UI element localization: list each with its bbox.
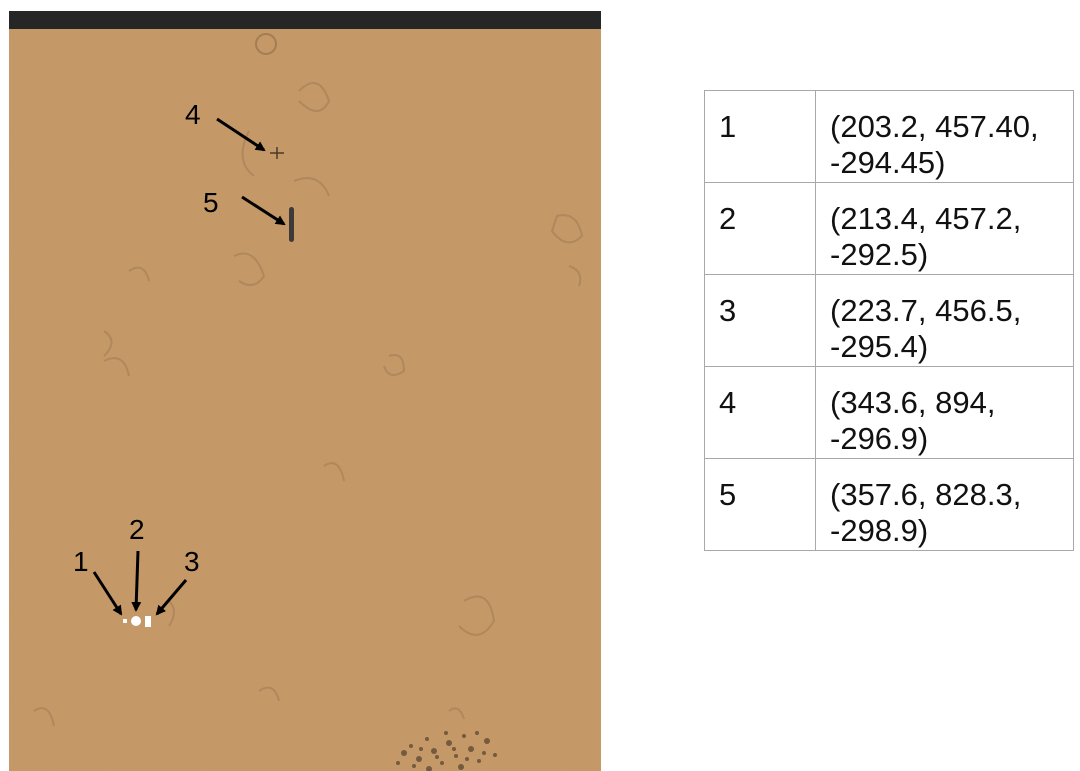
arrow-2 xyxy=(131,550,142,612)
marker-2 xyxy=(131,616,141,626)
coordinates-table: 1 (203.2, 457.40, -294.45) 2 (213.4, 457… xyxy=(704,90,1074,551)
table-row: 1 (203.2, 457.40, -294.45) xyxy=(704,90,1074,183)
row-coordinates: (203.2, 457.40, -294.45) xyxy=(815,90,1074,183)
row-index: 1 xyxy=(704,90,816,183)
coord-line: -296.9) xyxy=(830,421,929,456)
row-coordinates: (343.6, 894, -296.9) xyxy=(815,366,1074,459)
feature-5-particle xyxy=(289,207,294,242)
label-2: 2 xyxy=(129,514,145,545)
row-coordinates: (213.4, 457.2, -292.5) xyxy=(815,182,1074,275)
coord-line: -292.5) xyxy=(830,237,929,272)
coord-line: (343.6, 894, xyxy=(830,385,996,420)
coord-line: -294.45) xyxy=(830,145,946,180)
table-row: 2 (213.4, 457.2, -292.5) xyxy=(704,182,1074,275)
coord-line: -295.4) xyxy=(830,329,929,364)
row-index: 5 xyxy=(704,458,816,551)
label-3: 3 xyxy=(184,546,200,577)
coord-line: (357.6, 828.3, xyxy=(830,477,1022,512)
table-row: 5 (357.6, 828.3, -298.9) xyxy=(704,458,1074,551)
table-row: 4 (343.6, 894, -296.9) xyxy=(704,366,1074,459)
marker-1 xyxy=(123,619,127,623)
coord-line: (203.2, 457.40, xyxy=(830,109,1039,144)
row-coordinates: (357.6, 828.3, -298.9) xyxy=(815,458,1074,551)
label-4: 4 xyxy=(185,99,201,130)
table-row: 3 (223.7, 456.5, -295.4) xyxy=(704,274,1074,367)
row-index: 2 xyxy=(704,182,816,275)
label-5: 5 xyxy=(203,187,219,218)
label-1: 1 xyxy=(73,546,89,577)
row-index: 3 xyxy=(704,274,816,367)
row-coordinates: (223.7, 456.5, -295.4) xyxy=(815,274,1074,367)
coord-line: -298.9) xyxy=(830,513,929,548)
row-index: 4 xyxy=(704,366,816,459)
image-top-bar xyxy=(9,11,601,29)
marker-3 xyxy=(145,616,151,627)
coord-line: (213.4, 457.2, xyxy=(830,201,1022,236)
coord-line: (223.7, 456.5, xyxy=(830,293,1022,328)
grain-overlay xyxy=(9,28,601,771)
micrograph-figure: 1 2 3 4 5 xyxy=(9,11,601,771)
